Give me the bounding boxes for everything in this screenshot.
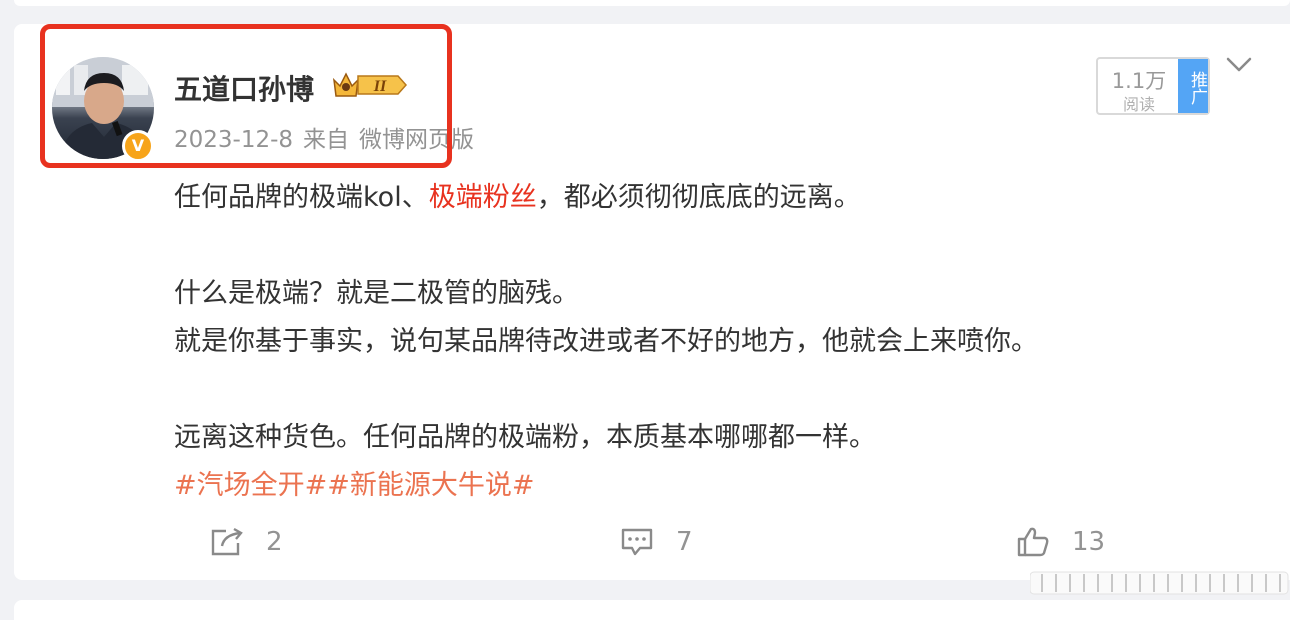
comment-count: 7 xyxy=(676,527,693,557)
read-label: 阅读 xyxy=(1122,95,1155,114)
repost-icon xyxy=(211,527,243,556)
comment-button[interactable]: 7 xyxy=(620,522,693,562)
content-line-2: 什么是极端？就是二极管的脑残。 xyxy=(174,278,579,309)
next-post-card xyxy=(14,600,1290,620)
content-line-3: 就是你基于事实，说句某品牌待改进或者不好的地方，他就会上来喷你。 xyxy=(174,326,1038,357)
like-button[interactable]: 13 xyxy=(1016,522,1105,562)
promote-button[interactable]: 推广 xyxy=(1178,59,1208,113)
comment-icon xyxy=(621,528,653,556)
highlight-annotation-box xyxy=(40,24,452,168)
previous-post-card xyxy=(14,0,1290,6)
read-count-box: 1.1万 阅读 推广 xyxy=(1096,57,1210,115)
content-line-1: 任何品牌的极端kol、极端粉丝，都必须彻彻底底的远离。 xyxy=(174,182,861,213)
repost-button[interactable]: 2 xyxy=(210,522,283,562)
more-options-chevron-icon[interactable] xyxy=(1226,56,1252,74)
like-count: 13 xyxy=(1072,527,1106,557)
post-content: 任何品牌的极端kol、极端粉丝，都必须彻彻底底的远离。 什么是极端？就是二极管的… xyxy=(174,174,1234,510)
repost-count: 2 xyxy=(266,527,283,557)
horizontal-scrollbar[interactable] xyxy=(1029,562,1290,598)
thumbs-up-icon xyxy=(1017,527,1049,557)
content-line-4: 远离这种货色。任何品牌的极端粉，本质基本哪哪都一样。 xyxy=(174,422,876,453)
highlighted-phrase: 极端粉丝 xyxy=(428,182,537,213)
topic-tags-link[interactable]: #汽场全开##新能源大牛说# xyxy=(174,462,1234,510)
